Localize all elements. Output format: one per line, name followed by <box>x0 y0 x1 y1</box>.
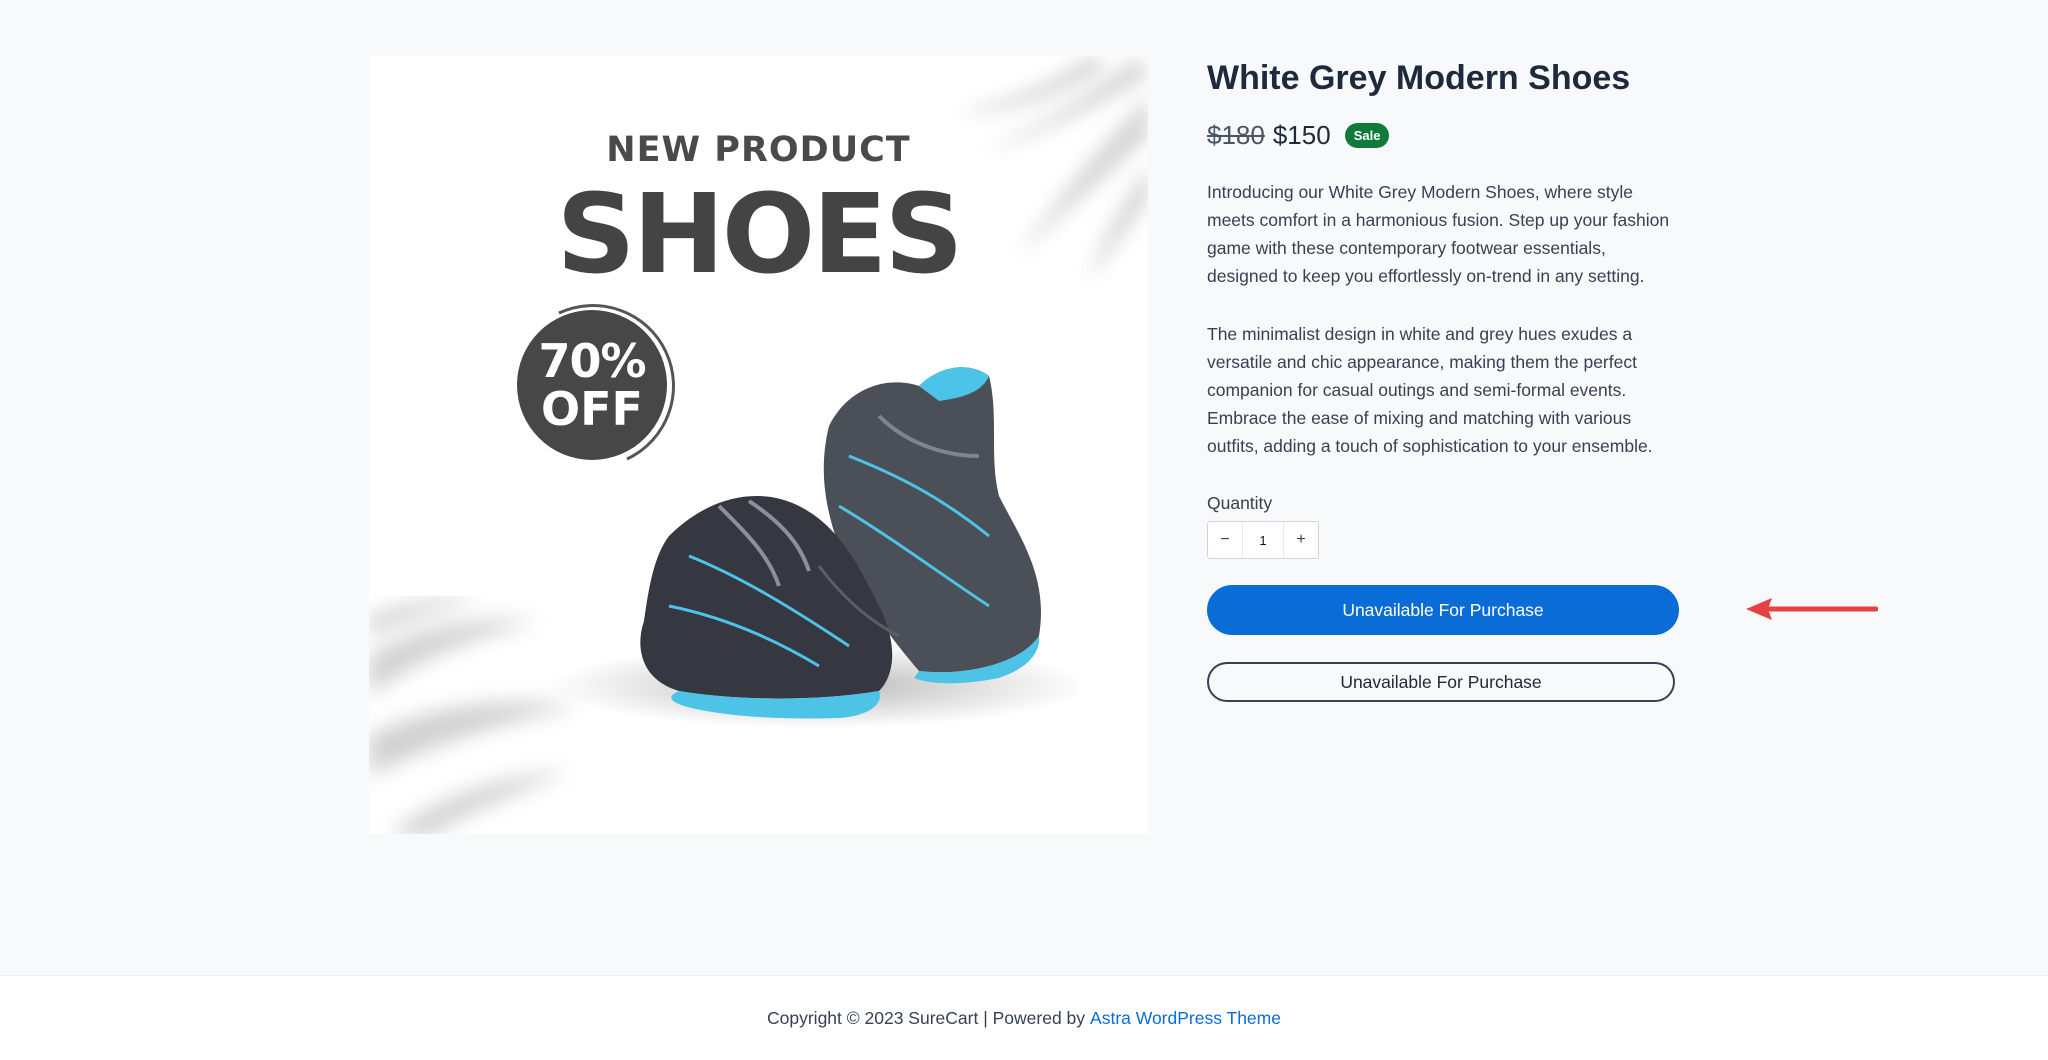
product-description-2: The minimalist design in white and grey … <box>1207 324 1653 456</box>
promo-headline: NEW PRODUCT <box>606 130 911 170</box>
quantity-label: Quantity <box>1207 493 1273 513</box>
footer-copyright: Copyright © 2023 SureCart | Powered by <box>767 1007 1086 1028</box>
plus-icon[interactable]: + <box>1284 522 1318 558</box>
sale-price: $150 <box>1272 120 1331 150</box>
add-to-cart-button[interactable]: Unavailable For Purchase <box>1207 662 1675 702</box>
promo-title: SHOES <box>556 170 963 298</box>
annotation-arrow-icon <box>1746 598 1878 620</box>
shoes-illustration <box>549 367 1079 728</box>
site-footer: Copyright © 2023 SureCart | Powered by A… <box>0 975 2048 1060</box>
product-image[interactable]: NEW PRODUCT SHOES 70% OFF <box>369 56 1148 834</box>
minus-icon[interactable]: − <box>1208 522 1242 558</box>
product-title: White Grey Modern Shoes <box>1207 59 1631 97</box>
quantity-stepper: − 1 + <box>1207 521 1319 559</box>
price-row: $180 $150 Sale <box>1207 120 1390 151</box>
product-description-1: Introducing our White Grey Modern Shoes,… <box>1207 182 1670 286</box>
quantity-value[interactable]: 1 <box>1242 522 1284 558</box>
buy-now-button[interactable]: Unavailable For Purchase <box>1207 585 1679 635</box>
sale-badge: Sale <box>1344 123 1390 148</box>
footer-theme-link[interactable]: Astra WordPress Theme <box>1090 1008 1281 1029</box>
product-page: NEW PRODUCT SHOES 70% OFF White Grey Mod… <box>0 0 2048 975</box>
original-price: $180 <box>1207 120 1265 150</box>
